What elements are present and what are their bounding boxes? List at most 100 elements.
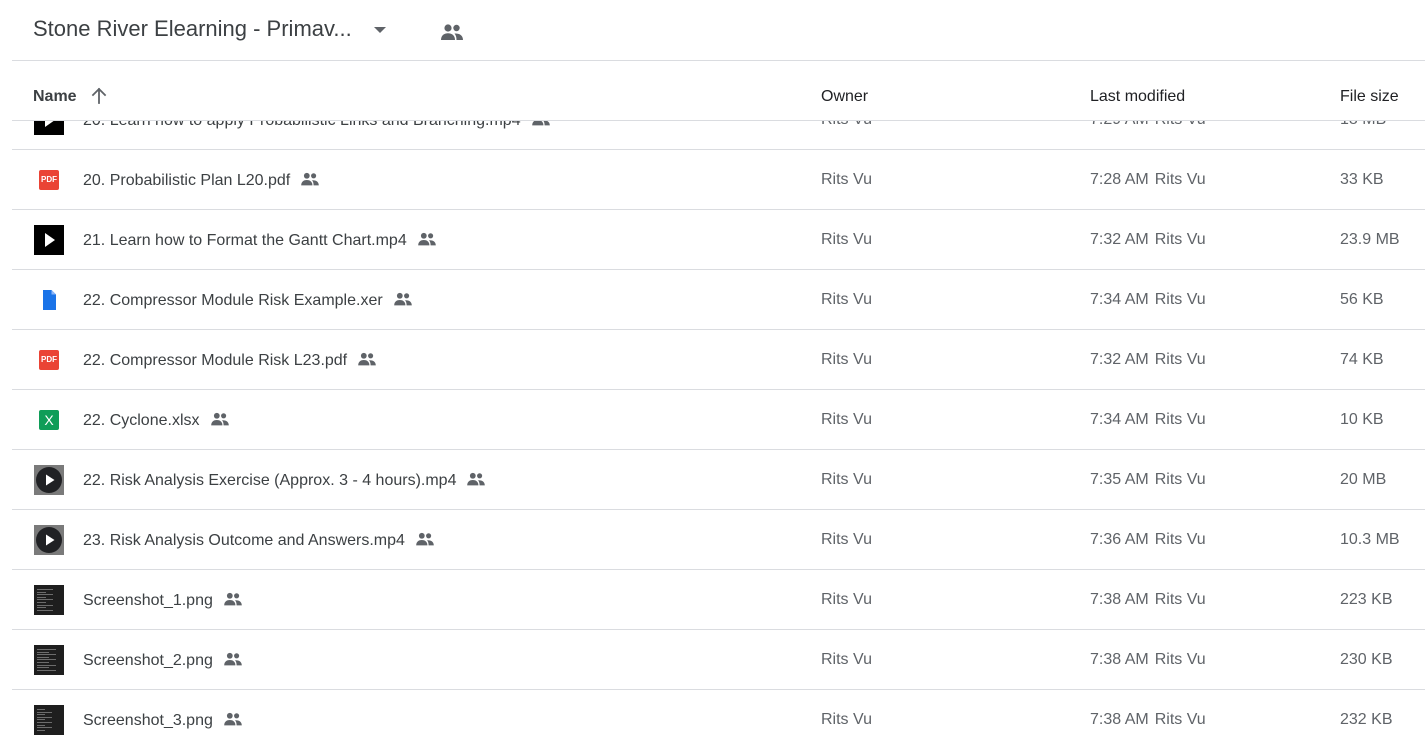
file-row[interactable]: Screenshot_1.png Rits Vu 7:38 AM Rits Vu … (12, 570, 1425, 630)
image-thumb-icon (34, 645, 64, 675)
modified-time: 7:28 AM (1090, 171, 1149, 188)
file-last-modified: 7:35 AM Rits Vu (1090, 471, 1206, 489)
people-icon (417, 232, 436, 246)
file-name: 23. Risk Analysis Outcome and Answers.mp… (83, 531, 435, 550)
file-last-modified: 7:32 AM Rits Vu (1090, 351, 1206, 369)
file-last-modified: 7:34 AM Rits Vu (1090, 291, 1206, 309)
file-owner: Rits Vu (821, 291, 872, 308)
file-last-modified: 7:38 AM Rits Vu (1090, 651, 1206, 669)
modified-time: 7:38 AM (1090, 711, 1149, 728)
image-thumbnail (34, 645, 64, 675)
file-name-text: 23. Risk Analysis Outcome and Answers.mp… (83, 532, 405, 549)
video-icon (34, 225, 64, 255)
pdf-icon: PDF (34, 345, 64, 375)
people-icon (224, 712, 242, 726)
file-name: Screenshot_3.png (83, 711, 243, 730)
column-owner[interactable]: Owner (821, 88, 868, 106)
file-name-text: Screenshot_1.png (83, 592, 213, 609)
people-icon (301, 172, 320, 186)
folder-title[interactable]: Stone River Elearning - Primav... (33, 16, 352, 42)
file-owner: Rits Vu (821, 231, 872, 248)
file-name-text: 22. Cyclone.xlsx (83, 412, 200, 429)
modified-by: Rits Vu (1154, 591, 1206, 608)
column-file-size[interactable]: File size (1340, 88, 1399, 106)
image-thumbnail (34, 705, 64, 735)
people-icon (224, 652, 242, 666)
file-size: 230 KB (1340, 651, 1393, 668)
file-last-modified: 7:29 AM Rits Vu (1090, 121, 1206, 129)
modified-by: Rits Vu (1154, 351, 1206, 368)
file-row[interactable]: 20. Learn how to apply Probabilistic Lin… (12, 121, 1425, 150)
people-icon (210, 412, 229, 426)
modified-by: Rits Vu (1154, 171, 1206, 188)
file-owner: Rits Vu (821, 411, 872, 428)
modified-time: 7:32 AM (1090, 231, 1149, 248)
file-name-text: 22. Risk Analysis Exercise (Approx. 3 - … (83, 472, 457, 489)
modified-time: 7:38 AM (1090, 591, 1149, 608)
file-name: 22. Cyclone.xlsx (83, 411, 230, 430)
file-row[interactable]: 21. Learn how to Format the Gantt Chart.… (12, 210, 1425, 270)
modified-time: 7:38 AM (1090, 651, 1149, 668)
file-name-text: 20. Probabilistic Plan L20.pdf (83, 172, 291, 189)
people-icon (531, 121, 550, 126)
pdf-badge: PDF (39, 170, 59, 190)
modified-by: Rits Vu (1154, 231, 1206, 248)
people-icon[interactable] (440, 22, 464, 42)
file-owner: Rits Vu (821, 171, 872, 188)
modified-time: 7:34 AM (1090, 411, 1149, 428)
file-size: 56 KB (1340, 291, 1384, 308)
column-name[interactable]: Name (33, 88, 77, 106)
file-name-text: 22. Compressor Module Risk L23.pdf (83, 352, 348, 369)
modified-by: Rits Vu (1154, 651, 1206, 668)
file-name-text: Screenshot_2.png (83, 652, 213, 669)
file-row[interactable]: PDF 20. Probabilistic Plan L20.pdf Rits … (12, 150, 1425, 210)
file-size: 20 MB (1340, 471, 1387, 488)
modified-time: 7:29 AM (1090, 121, 1149, 128)
file-last-modified: 7:36 AM Rits Vu (1090, 531, 1206, 549)
caret-down-icon[interactable] (374, 27, 386, 33)
people-icon (224, 592, 242, 606)
file-size: 10 KB (1340, 411, 1384, 428)
file-name: Screenshot_2.png (83, 651, 243, 670)
file-name: 22. Compressor Module Risk L23.pdf (83, 351, 377, 370)
file-row[interactable]: X 22. Cyclone.xlsx Rits Vu 7:34 AM Rits V… (12, 390, 1425, 450)
file-owner: Rits Vu (821, 531, 872, 548)
file-size: 23.9 MB (1340, 231, 1400, 248)
file-row[interactable]: 22. Compressor Module Risk Example.xer R… (12, 270, 1425, 330)
file-size: 74 KB (1340, 351, 1384, 368)
file-size: 232 KB (1340, 711, 1393, 728)
modified-by: Rits Vu (1154, 531, 1206, 548)
file-list[interactable]: 20. Learn how to apply Probabilistic Lin… (12, 121, 1425, 744)
video-icon (34, 121, 64, 135)
file-size: 10.3 MB (1340, 531, 1400, 548)
file-owner: Rits Vu (821, 471, 872, 488)
modified-time: 7:35 AM (1090, 471, 1149, 488)
modified-by: Rits Vu (1154, 711, 1206, 728)
modified-by: Rits Vu (1154, 411, 1206, 428)
file-owner: Rits Vu (821, 121, 872, 129)
file-rows: 20. Learn how to apply Probabilistic Lin… (12, 121, 1425, 744)
file-size: 18 MB (1340, 121, 1386, 129)
file-name: 22. Compressor Module Risk Example.xer (83, 291, 413, 310)
file-row[interactable]: Screenshot_3.png Rits Vu 7:38 AM Rits Vu … (12, 690, 1425, 744)
arrow-up-icon[interactable] (90, 87, 108, 105)
modified-by: Rits Vu (1155, 121, 1206, 128)
file-row[interactable]: Screenshot_2.png Rits Vu 7:38 AM Rits Vu … (12, 630, 1425, 690)
file-row[interactable]: PDF 22. Compressor Module Risk L23.pdf R… (12, 330, 1425, 390)
doc-icon (34, 285, 64, 315)
file-size: 33 KB (1340, 171, 1384, 188)
file-last-modified: 7:28 AM Rits Vu (1090, 171, 1206, 189)
video-thumb-icon (34, 465, 64, 495)
modified-time: 7:32 AM (1090, 351, 1149, 368)
column-last-modified[interactable]: Last modified (1090, 88, 1185, 106)
video-thumb-icon (34, 525, 64, 555)
modified-time: 7:34 AM (1090, 291, 1149, 308)
file-name-text: 20. Learn how to apply Probabilistic Lin… (83, 121, 521, 129)
file-row[interactable]: 23. Risk Analysis Outcome and Answers.mp… (12, 510, 1425, 570)
file-row[interactable]: 22. Risk Analysis Exercise (Approx. 3 - … (12, 450, 1425, 510)
file-name: 20. Learn how to apply Probabilistic Lin… (83, 121, 551, 130)
modified-by: Rits Vu (1154, 291, 1206, 308)
people-icon (393, 292, 412, 306)
file-name-text: 21. Learn how to Format the Gantt Chart.… (83, 232, 407, 249)
file-last-modified: 7:34 AM Rits Vu (1090, 411, 1206, 429)
